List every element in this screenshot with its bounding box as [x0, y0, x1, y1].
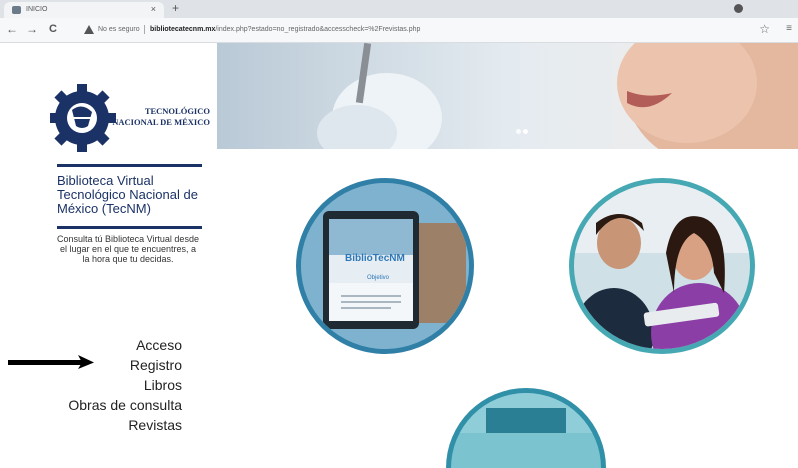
back-icon[interactable]: ←	[6, 22, 18, 36]
address-separator	[144, 25, 145, 34]
reload-icon[interactable]: C	[49, 22, 57, 36]
tablet-image	[301, 183, 469, 349]
divider-bottom	[57, 226, 202, 229]
brand-line-1: TECNOLÓGICO	[144, 106, 210, 116]
browser-tab-bar: INICIO × +	[0, 0, 798, 18]
tagline: Consulta tú Biblioteca Virtual desde el …	[57, 234, 199, 264]
circle-3-image	[451, 393, 601, 438]
circle-card-3[interactable]	[446, 388, 606, 468]
carousel-dot-2[interactable]	[523, 129, 528, 134]
hero-banner	[217, 43, 798, 149]
biblio-logo-text: BiblioTecNM	[345, 253, 405, 264]
address-bar[interactable]: No es seguro bibliotecatecnm.mx/index.ph…	[76, 21, 756, 38]
new-tab-icon[interactable]: +	[172, 1, 179, 15]
url-text[interactable]: bibliotecatecnm.mx/index.php?estado=no_r…	[150, 21, 420, 38]
tab-title: INICIO	[26, 6, 48, 13]
extensions-icon[interactable]: ≡	[786, 23, 792, 34]
bookmark-star-icon[interactable]: ☆	[759, 22, 770, 36]
arrow-pointer-icon	[8, 355, 94, 369]
tab-close-icon[interactable]: ×	[151, 4, 156, 14]
nav-item-acceso[interactable]: Acceso	[40, 335, 182, 355]
browser-tab[interactable]: INICIO ×	[4, 2, 164, 18]
hero-image	[217, 43, 798, 149]
circle-card-biblioteca[interactable]: BiblioTecNM Objetivo	[296, 178, 474, 354]
security-label[interactable]: No es seguro	[98, 21, 140, 38]
url-path: /index.php?estado=no_registrado&accessch…	[215, 26, 421, 33]
url-domain: bibliotecatecnm.mx	[150, 26, 216, 33]
warning-icon[interactable]	[84, 25, 94, 34]
carousel-dot-1[interactable]	[516, 129, 521, 134]
tab-favicon-icon	[12, 6, 21, 14]
browser-toolbar: ← → C No es seguro bibliotecatecnm.mx/in…	[0, 18, 798, 43]
brand-name: TECNOLÓGICO NACIONAL DE MÉXICO	[50, 106, 210, 128]
sidebar-nav: Acceso Registro Libros Obras de consulta…	[40, 335, 182, 435]
forward-icon[interactable]: →	[26, 22, 38, 36]
tablet-screen-title: Objetivo	[367, 275, 390, 281]
sidebar: TECNOLÓGICO NACIONAL DE MÉXICO Bibliotec…	[0, 43, 214, 433]
circle-card-students[interactable]	[569, 178, 755, 354]
nav-item-libros[interactable]: Libros	[40, 375, 182, 395]
profile-icon[interactable]	[734, 4, 743, 13]
nav-item-revistas[interactable]: Revistas	[40, 415, 182, 435]
students-image	[574, 183, 750, 349]
site-title: Biblioteca Virtual Tecnológico Nacional …	[57, 173, 198, 216]
nav-item-obras-de-consulta[interactable]: Obras de consulta	[40, 395, 182, 415]
carousel-indicators	[515, 121, 529, 139]
brand-line-2: NACIONAL DE MÉXICO	[112, 117, 210, 127]
divider-top	[57, 164, 202, 167]
